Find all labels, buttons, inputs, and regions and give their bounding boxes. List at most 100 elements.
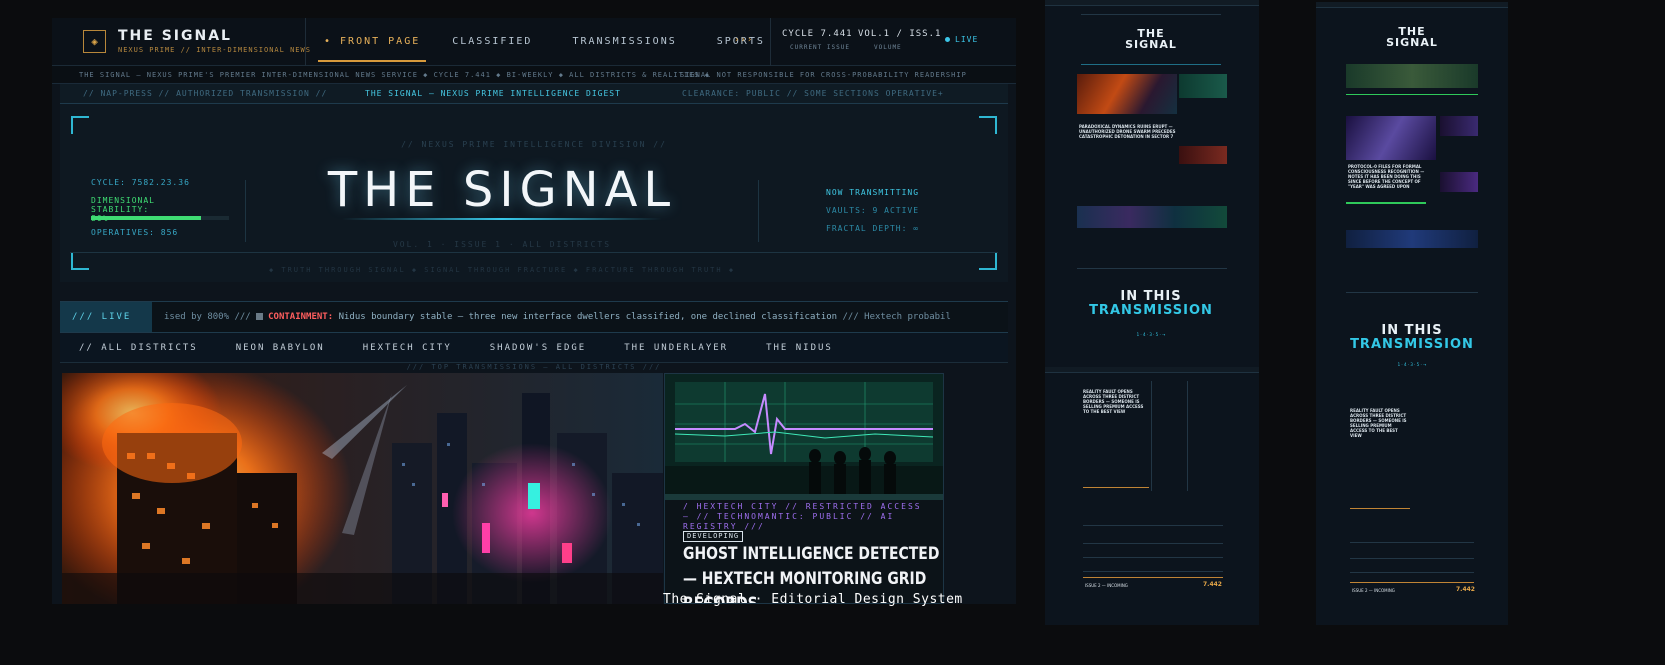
frame-corner [979, 252, 997, 270]
now-transmitting: NOW TRANSMITTING [826, 188, 920, 197]
district-the-nidus[interactable]: THE NIDUS [766, 333, 833, 363]
feature-illustration [665, 374, 943, 500]
district-all[interactable]: // ALL DISTRICTS [79, 333, 198, 363]
divider [1350, 542, 1474, 543]
hero-image-burning-city[interactable] [62, 373, 663, 604]
divider [1350, 572, 1474, 573]
masthead-tagline: ◆ TRUTH THROUGH SIGNAL ◆ SIGNAL THROUGH … [268, 266, 736, 274]
thumb-side-image [1179, 74, 1227, 98]
fractal-stat: FRACTAL DEPTH: ∞ [826, 224, 920, 233]
divider [1350, 558, 1474, 559]
cycle-value: CYCLE 7.441 [782, 29, 853, 39]
divider [1081, 14, 1221, 15]
thumb-pagination[interactable]: 1 · 4 · 3 · 5 · → [1081, 332, 1221, 337]
masthead-kicker: // NEXUS PRIME INTELLIGENCE DIVISION // [401, 140, 667, 149]
thumbnail-front-page[interactable]: THE SIGNAL PARADOXICAL DYNAMICS RUINS ERU… [1045, 0, 1259, 372]
feature-category-path[interactable]: / HEXTECH CITY // RESTRICTED ACCESS — //… [683, 502, 933, 532]
tab-front-page[interactable]: • FRONT PAGE [310, 18, 434, 66]
divider [1346, 292, 1478, 293]
top-bar: ◈ THE SIGNAL NEXUS PRIME // INTER-DIMENS… [52, 18, 1016, 66]
accent-rule [1083, 577, 1223, 578]
vaults-stat: VAULTS: 9 ACTIVE [826, 206, 920, 215]
divider [70, 252, 998, 253]
itt-line-a: IN THIS [1381, 323, 1443, 338]
masthead: // NEXUS PRIME INTELLIGENCE DIVISION // … [60, 104, 1008, 282]
main-nav: • FRONT PAGE CLASSIFIED TRANSMISSIONS SP… [310, 18, 779, 66]
divider [305, 18, 306, 66]
frame-corner [71, 116, 89, 134]
next-issue-label: ISSUE 2 — INCOMING [1352, 588, 1395, 593]
stability-bar [1346, 202, 1426, 204]
tab-transmissions[interactable]: TRANSMISSIONS [558, 18, 690, 66]
marquee-left: THE SIGNAL — NEXUS PRIME'S PREMIER INTER… [79, 71, 710, 79]
volume-value: VOL.1 / ISS.1 [858, 29, 942, 39]
brand-name[interactable]: THE SIGNAL [118, 28, 232, 44]
divider [1081, 64, 1221, 65]
thumbnail-inner-page[interactable]: REALITY FAULT OPENS ACROSS THREE DISTRIC… [1045, 367, 1259, 625]
accent-rule [1350, 508, 1410, 509]
district-the-underlayer[interactable]: THE UNDERLAYER [624, 333, 728, 363]
thumbnail-alt-front-page[interactable]: THE SIGNAL PROTOCOL-0 FILES FOR FORMAL CO… [1316, 2, 1508, 625]
thumb-title: THE SIGNAL [1081, 28, 1221, 50]
thumb-pagination[interactable]: 1 · 4 · 3 · 5 · → [1346, 362, 1478, 367]
ticker-post: /// Hextech probabil [837, 312, 951, 322]
thumb-image [1179, 146, 1227, 164]
frame-corner [979, 116, 997, 134]
divider [1187, 381, 1188, 491]
live-tag[interactable]: /// LIVE /// [60, 302, 152, 332]
itt-line-b: TRANSMISSION [1089, 303, 1213, 318]
divider [1077, 268, 1227, 269]
cycle-label: CURRENT ISSUE [790, 44, 850, 51]
ticker-pre: ised by 800% /// [164, 312, 257, 322]
district-neon-babylon[interactable]: NEON BABYLON [236, 333, 325, 363]
feature-card[interactable]: / HEXTECH CITY // RESTRICTED ACCESS — //… [664, 373, 944, 604]
district-nav: // ALL DISTRICTS NEON BABYLON HEXTECH CI… [60, 333, 1008, 363]
divider [770, 18, 771, 66]
divider [1083, 557, 1223, 558]
thumb-lead-headline: PARADOXICAL DYNAMICS RUINS ERUPT — UNAUT… [1079, 124, 1176, 139]
thumb-feature-image [1346, 116, 1436, 160]
thumb-title: THE SIGNAL [1346, 26, 1478, 48]
divider [245, 180, 246, 242]
masthead-title: THE SIGNAL [327, 162, 677, 218]
ticker-text: ised by 800% /// CONTAINMENT: Nidus boun… [164, 302, 951, 332]
cycle-stat: CYCLE: 7582.23.36 [91, 178, 190, 187]
tab-classified[interactable]: CLASSIFIED [438, 18, 546, 66]
thumb-side-image [1440, 172, 1478, 192]
volume-label: VOLUME [874, 44, 902, 51]
accent-rule [1083, 487, 1149, 488]
itt-line-b: TRANSMISSION [1350, 337, 1474, 352]
thumb-story-headline: REALITY FAULT OPENS ACROSS THREE DISTRIC… [1083, 389, 1144, 414]
thumb-topbar [1045, 0, 1259, 6]
live-indicator[interactable]: LIVE [945, 35, 978, 44]
thumb-topbar [1045, 367, 1259, 373]
design-caption: The Signal · Editorial Design System [663, 592, 963, 607]
title-glow-line [342, 218, 662, 220]
district-hextech-city[interactable]: HEXTECH CITY [363, 333, 452, 363]
divider [1083, 525, 1223, 526]
marquee-right: SIGNAL NOT RESPONSIBLE FOR CROSS-PROBABI… [680, 71, 967, 79]
accent-rule [1350, 582, 1474, 583]
next-issue-number: 7.442 [1203, 581, 1222, 588]
operatives-stat: OPERATIVES: 856 [91, 228, 179, 237]
logo-icon[interactable]: ◈ [83, 30, 106, 53]
divider [758, 180, 759, 242]
divider [1151, 381, 1152, 491]
district-shadows-edge[interactable]: SHADOW'S EDGE [490, 333, 586, 363]
hero-illustration [62, 373, 663, 604]
brand-subtitle: NEXUS PRIME // INTER-DIMENSIONAL NEWS [118, 46, 311, 54]
stability-bar-fill [91, 216, 202, 220]
thumb-hero-image [1346, 64, 1478, 88]
ticker-containment: CONTAINMENT: [268, 312, 334, 322]
strip-left: // NAP-PRESS // AUTHORIZED TRANSMISSION … [83, 89, 328, 98]
in-this-transmission-heading: IN THIS TRANSMISSION [1081, 290, 1221, 318]
thumb-story-headline: REALITY FAULT OPENS ACROSS THREE DISTRIC… [1350, 408, 1407, 438]
more-tabs-icon[interactable]: ››› [734, 35, 753, 45]
warning-icon [256, 313, 264, 320]
section-label: /// TOP TRANSMISSIONS — ALL DISTRICTS //… [406, 363, 662, 371]
thumb-title-b: SIGNAL [1386, 36, 1438, 49]
accent-rule [1346, 94, 1478, 95]
volume-line: VOL. 1 · ISSUE 1 · ALL DISTRICTS [392, 240, 612, 249]
itt-line-a: IN THIS [1120, 289, 1182, 304]
developing-badge: DEVELOPING [683, 531, 744, 542]
